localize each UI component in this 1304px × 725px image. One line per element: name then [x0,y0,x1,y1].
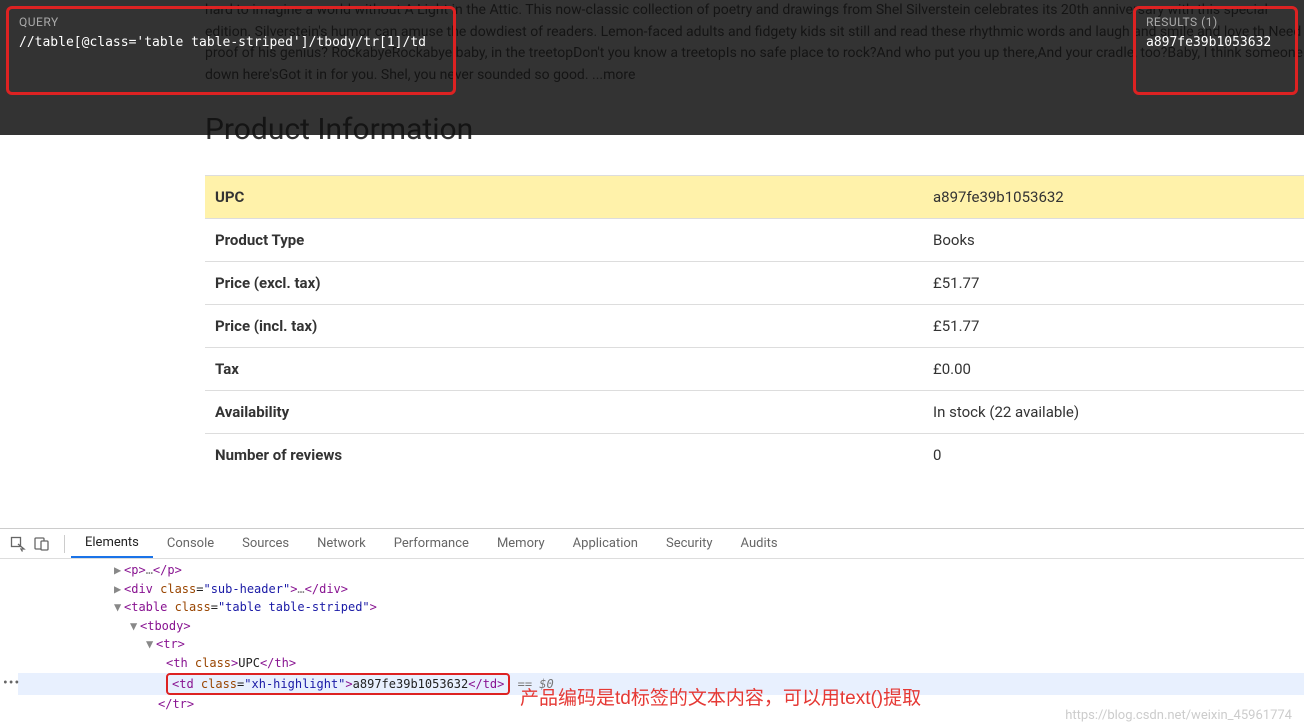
watermark: https://blog.csdn.net/weixin_45961774 [1065,708,1292,723]
elements-tree[interactable]: ▶<p>…</p> ▶<div class="sub-header">…</di… [0,559,1304,725]
query-input[interactable] [19,35,443,50]
product-info-table: UPC a897fe39b1053632 Product Type Books … [205,175,1304,476]
inspect-icon[interactable] [10,536,26,552]
table-header: Price (excl. tax) [205,261,923,304]
table-cell-highlighted: a897fe39b1053632 [923,175,1304,218]
results-value: a897fe39b1053632 [1146,35,1285,50]
toolbar-divider [64,535,65,553]
device-toggle-icon[interactable] [34,536,50,552]
table-cell: £51.77 [923,304,1304,347]
tab-network[interactable]: Network [303,529,380,558]
table-row: Price (excl. tax) £51.77 [205,261,1304,304]
table-header: Price (incl. tax) [205,304,923,347]
expand-arrow-icon[interactable]: ▶ [114,561,124,580]
table-cell: 0 [923,433,1304,476]
query-panel: QUERY [6,6,456,95]
more-icon[interactable]: ••• [3,675,20,691]
table-header: Tax [205,347,923,390]
table-row: Availability In stock (22 available) [205,390,1304,433]
expand-arrow-icon[interactable]: ▶ [114,580,124,599]
tab-console[interactable]: Console [153,529,228,558]
results-panel: RESULTS (1) a897fe39b1053632 [1133,6,1298,95]
annotation-text: 产品编码是td标签的文本内容，可以用text()提取 [520,684,921,713]
devtools-toolbar: Elements Console Sources Network Perform… [0,529,1304,559]
results-label: RESULTS (1) [1146,15,1285,29]
table-row: UPC a897fe39b1053632 [205,175,1304,218]
devtools-panel: Elements Console Sources Network Perform… [0,528,1304,725]
tab-elements[interactable]: Elements [71,529,153,558]
table-header: Product Type [205,218,923,261]
table-row: Price (incl. tax) £51.77 [205,304,1304,347]
table-cell: Books [923,218,1304,261]
tab-memory[interactable]: Memory [483,529,559,558]
table-cell: £51.77 [923,261,1304,304]
table-header: Availability [205,390,923,433]
table-row: Tax £0.00 [205,347,1304,390]
table-row: Product Type Books [205,218,1304,261]
table-row: Number of reviews 0 [205,433,1304,476]
table-cell: £0.00 [923,347,1304,390]
tab-performance[interactable]: Performance [380,529,483,558]
tab-sources[interactable]: Sources [228,529,303,558]
table-header: UPC [205,175,923,218]
table-header: Number of reviews [205,433,923,476]
collapse-arrow-icon[interactable]: ▼ [130,617,140,636]
tab-security[interactable]: Security [652,529,727,558]
tab-audits[interactable]: Audits [727,529,792,558]
collapse-arrow-icon[interactable]: ▼ [146,635,156,654]
table-cell: In stock (22 available) [923,390,1304,433]
tab-application[interactable]: Application [559,529,652,558]
query-label: QUERY [19,15,443,29]
collapse-arrow-icon[interactable]: ▼ [114,598,124,617]
